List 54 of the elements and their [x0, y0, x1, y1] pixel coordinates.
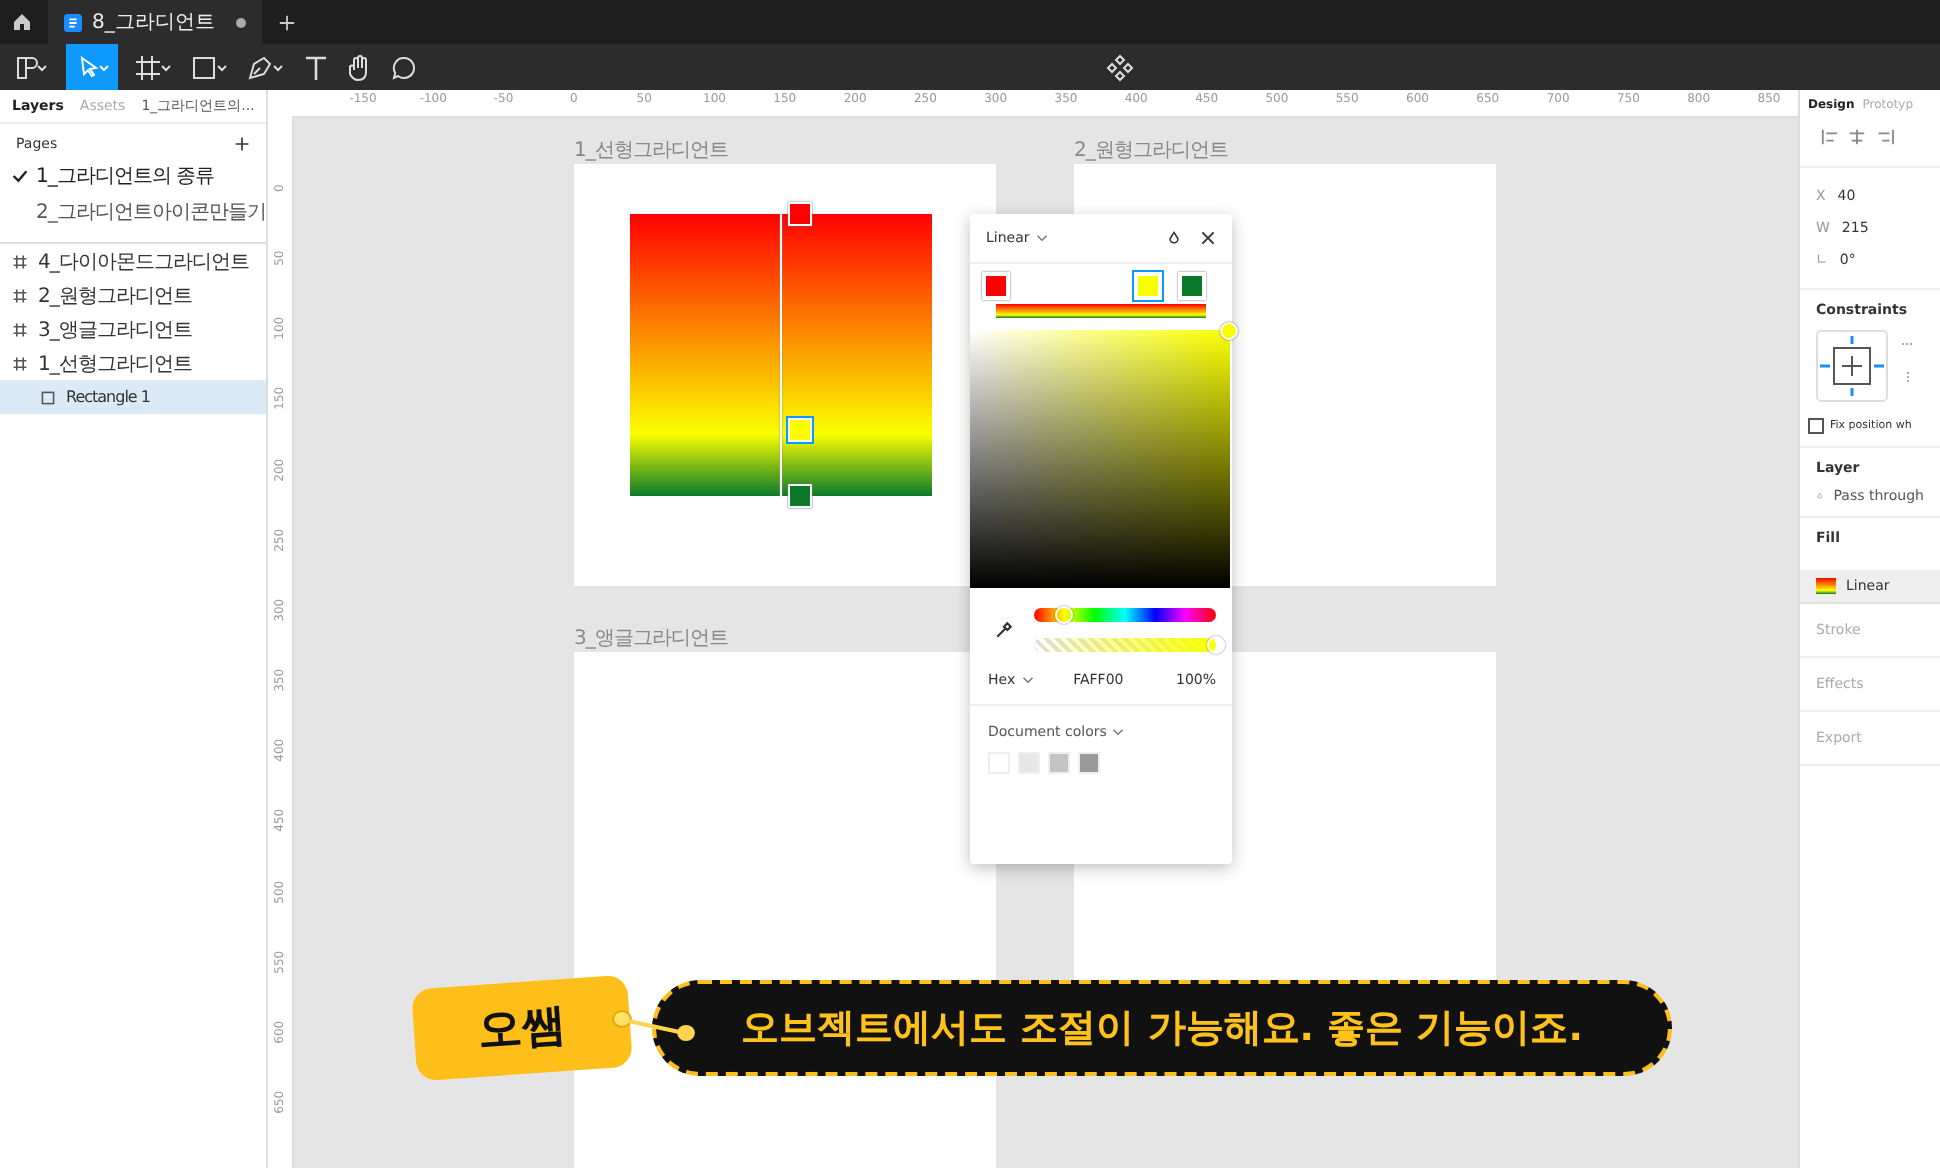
pen-tool-icon[interactable] [246, 53, 286, 81]
rectangle-icon [40, 389, 56, 405]
gradient-stop-handle[interactable] [788, 484, 812, 508]
frame-icon [12, 287, 28, 303]
gradient-bar[interactable] [996, 304, 1206, 318]
tag-string-drawing [612, 1010, 696, 1042]
text-tool-icon[interactable] [302, 53, 330, 81]
gradient-rectangle[interactable] [630, 214, 932, 496]
rectangle-tool-icon[interactable] [190, 53, 230, 81]
layer-item[interactable]: 2_원형그라디언트 [0, 278, 266, 312]
chevron-icon [1035, 234, 1048, 243]
subtitle-caption: 오브젝트에서도 조절이 가능해요. 좋은 기능이죠. [652, 980, 1672, 1076]
layer-item[interactable]: 1_선형그라디언트 [0, 346, 266, 380]
page-item[interactable]: 1_그라디언트의 종류 [36, 162, 215, 190]
gradient-stop-handle[interactable] [788, 418, 812, 442]
eyedropper-icon[interactable] [994, 620, 1014, 640]
color-stop[interactable] [982, 272, 1010, 300]
color-stop[interactable] [1134, 272, 1163, 300]
drop-icon[interactable] [1166, 230, 1182, 246]
color-swatch[interactable] [1018, 752, 1040, 774]
frame-icon [12, 253, 28, 269]
frame-icon [12, 355, 28, 371]
frame-tool-icon[interactable] [134, 53, 174, 81]
fill-swatch[interactable] [1816, 578, 1836, 594]
close-icon[interactable] [1200, 230, 1216, 246]
hue-slider[interactable] [1034, 608, 1216, 622]
hue-thumb[interactable] [1054, 606, 1073, 624]
add-tab-icon[interactable] [278, 13, 297, 31]
gradient-handle-line[interactable] [780, 214, 782, 496]
gradient-stop-handle[interactable] [788, 202, 812, 226]
home-icon[interactable] [12, 12, 32, 32]
chevron-icon [1021, 676, 1034, 685]
move-tool[interactable] [66, 44, 118, 90]
layer-item[interactable]: 4_다이아몬드그라디언트 [0, 244, 266, 278]
opacity-thumb[interactable] [1207, 636, 1225, 654]
speaker-tag: 오쌤 [411, 974, 633, 1082]
layer-item[interactable]: Rectangle 1 [0, 380, 266, 414]
frame-icon [12, 321, 28, 337]
layer-item[interactable]: 3_앵글그라디언트 [0, 312, 266, 346]
color-thumb[interactable] [1220, 322, 1238, 340]
unsaved-dot-icon [236, 17, 247, 27]
blend-mode-icon [1816, 488, 1824, 504]
canvas[interactable] [268, 90, 1798, 1168]
color-swatch[interactable] [1048, 752, 1070, 774]
add-page-icon[interactable] [234, 136, 250, 152]
component-icon[interactable] [1105, 53, 1133, 81]
file-icon [64, 13, 82, 31]
page-item[interactable]: 2_그라디언트아이콘만들기 [36, 198, 266, 226]
constraints-widget[interactable] [1816, 330, 1888, 402]
color-stop[interactable] [1178, 272, 1206, 300]
file-tab[interactable]: 8_그라디언트 [48, 0, 263, 44]
color-swatch[interactable] [1078, 752, 1100, 774]
chevron-icon [1112, 728, 1125, 737]
comment-tool-icon[interactable] [390, 53, 418, 81]
